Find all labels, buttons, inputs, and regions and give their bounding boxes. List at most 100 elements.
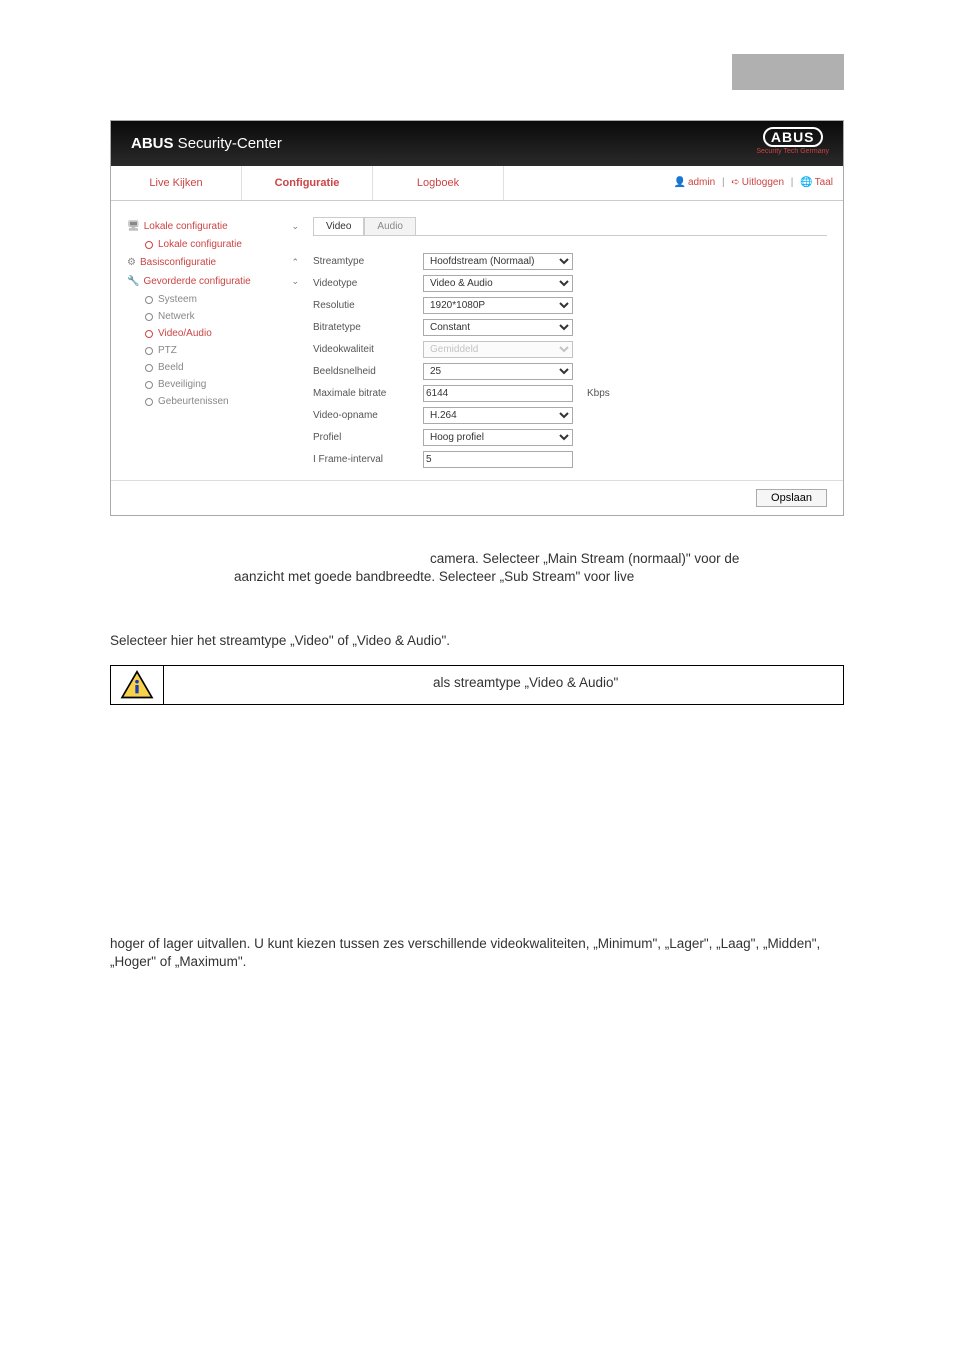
sidebar-item-label: Gebeurtenissen	[158, 396, 229, 407]
decorative-gray-block	[732, 54, 844, 90]
doc-line: hoger of lager uitvallen. U kunt kiezen …	[110, 935, 844, 971]
content-tab-audio[interactable]: Audio	[364, 217, 416, 235]
save-button[interactable]: Opslaan	[756, 489, 827, 507]
sidebar: 🖥 Lokale configuratie ⌄ Lokale configura…	[127, 217, 299, 470]
form-control-wrap: Hoofdstream (Normaal)	[423, 253, 573, 270]
form-row: Video-opnameH.264	[313, 404, 827, 426]
dot-icon	[145, 398, 153, 406]
info-note: De optie audio kan alleen worden gekozen…	[110, 665, 844, 705]
form-label: Video-opname	[313, 410, 423, 421]
form-row: I Frame-interval	[313, 448, 827, 470]
form-label: I Frame-interval	[313, 454, 423, 465]
sidebar-group-label: Gevorderde configuratie	[143, 276, 250, 287]
sidebar-item-local-config[interactable]: Lokale configuratie	[127, 236, 299, 253]
settings-form: StreamtypeHoofdstream (Normaal)Videotype…	[313, 250, 827, 470]
sidebar-item-label: Video/Audio	[158, 328, 212, 339]
form-control-wrap	[423, 385, 573, 402]
form-row: Resolutie1920*1080P	[313, 294, 827, 316]
nav-tab-log[interactable]: Logboek	[373, 166, 504, 200]
form-control-wrap	[423, 451, 573, 468]
chevron-right-icon: ⌃	[291, 257, 299, 268]
logout-icon: ➪	[731, 177, 739, 188]
form-select[interactable]: Hoofdstream (Normaal)	[423, 253, 573, 270]
form-row: ProfielHoog profiel	[313, 426, 827, 448]
form-label: Bitratetype	[313, 322, 423, 333]
nav-sep: |	[791, 177, 794, 188]
sidebar-item-events[interactable]: Gebeurtenissen	[127, 393, 299, 410]
sidebar-group-label: Lokale configuratie	[144, 221, 228, 232]
form-control-wrap: Video & Audio	[423, 275, 573, 292]
chevron-down-icon: ⌄	[291, 221, 299, 232]
lang-link[interactable]: Taal	[815, 177, 833, 188]
form-control-wrap: Gemiddeld	[423, 341, 573, 358]
nav-tab-config[interactable]: Configuratie	[242, 166, 373, 200]
form-label: Resolutie	[313, 300, 423, 311]
app-title-bold: ABUS	[131, 135, 174, 152]
dot-icon	[145, 364, 153, 372]
form-input[interactable]	[423, 451, 573, 468]
form-row: BitratetypeConstant	[313, 316, 827, 338]
user-label: admin	[688, 177, 715, 188]
logout-link[interactable]: Uitloggen	[742, 177, 784, 188]
info-icon-cell	[111, 666, 164, 704]
form-label: Streamtype	[313, 256, 423, 267]
doc-line: aanzicht met goede bandbreedte. Selectee…	[234, 568, 844, 586]
dot-icon	[145, 347, 153, 355]
content-tab-video[interactable]: Video	[313, 217, 364, 235]
sidebar-item-label: Beveiliging	[158, 379, 206, 390]
save-row: Opslaan	[111, 480, 843, 515]
form-label: Videotype	[313, 278, 423, 289]
screenshot-panel: ABUS Security-Center ABUS Security Tech …	[110, 120, 844, 516]
form-control-wrap: Constant	[423, 319, 573, 336]
sidebar-item-ptz[interactable]: PTZ	[127, 342, 299, 359]
wrench-icon: 🔧	[127, 276, 139, 287]
form-label: Beeldsnelheid	[313, 366, 423, 377]
sidebar-item-network[interactable]: Netwerk	[127, 308, 299, 325]
form-control-wrap: 25	[423, 363, 573, 380]
form-control-wrap: 1920*1080P	[423, 297, 573, 314]
sidebar-group-basic[interactable]: ⚙ Basisconfiguratie ⌃	[127, 253, 299, 272]
page: ABUS Security-Center ABUS Security Tech …	[0, 0, 954, 1031]
sidebar-item-system[interactable]: Systeem	[127, 291, 299, 308]
content-pane: Video Audio StreamtypeHoofdstream (Norma…	[299, 217, 827, 470]
form-select[interactable]: 25	[423, 363, 573, 380]
note-text: De optie audio kan alleen worden gekozen…	[164, 666, 843, 704]
dot-icon	[145, 313, 153, 321]
nav-tab-live[interactable]: Live Kijken	[111, 166, 242, 200]
brand-text: ABUS	[763, 127, 823, 147]
sidebar-item-security[interactable]: Beveiliging	[127, 376, 299, 393]
sidebar-item-label: Netwerk	[158, 311, 195, 322]
form-row: Beeldsnelheid25	[313, 360, 827, 382]
content-body: 🖥 Lokale configuratie ⌄ Lokale configura…	[111, 201, 843, 480]
sidebar-group-local[interactable]: 🖥 Lokale configuratie ⌄	[127, 217, 299, 236]
chevron-down-icon: ⌄	[291, 276, 299, 287]
sidebar-item-videoaudio[interactable]: Video/Audio	[127, 325, 299, 342]
form-select[interactable]: Gemiddeld	[423, 341, 573, 358]
form-select[interactable]: Video & Audio	[423, 275, 573, 292]
gear-icon: ⚙	[127, 257, 136, 268]
form-label: Profiel	[313, 432, 423, 443]
brand-sub: Security Tech Germany	[756, 148, 829, 155]
app-title: ABUS Security-Center	[111, 135, 282, 152]
sidebar-item-image[interactable]: Beeld	[127, 359, 299, 376]
form-select[interactable]: 1920*1080P	[423, 297, 573, 314]
monitor-icon: 🖥	[127, 221, 140, 232]
doc-line: camera. Selecteer „Main Stream (normaal)…	[430, 550, 844, 568]
form-select[interactable]: H.264	[423, 407, 573, 424]
form-label: Videokwaliteit	[313, 344, 423, 355]
form-control-wrap: H.264	[423, 407, 573, 424]
sidebar-item-label: PTZ	[158, 345, 177, 356]
sidebar-item-label: Lokale configuratie	[158, 239, 242, 250]
form-row: VideokwaliteitGemiddeld	[313, 338, 827, 360]
form-select[interactable]: Constant	[423, 319, 573, 336]
form-row: VideotypeVideo & Audio	[313, 272, 827, 294]
note-visible: als streamtype „Video & Audio"	[433, 675, 618, 690]
form-row: StreamtypeHoofdstream (Normaal)	[313, 250, 827, 272]
sidebar-group-advanced[interactable]: 🔧 Gevorderde configuratie ⌄	[127, 272, 299, 291]
form-input[interactable]	[423, 385, 573, 402]
nav-sep: |	[722, 177, 725, 188]
form-select[interactable]: Hoog profiel	[423, 429, 573, 446]
main-nav: Live Kijken Configuratie Logboek 👤admin …	[111, 166, 843, 201]
dot-icon	[145, 381, 153, 389]
brand-logo: ABUS Security Tech Germany	[756, 127, 829, 155]
